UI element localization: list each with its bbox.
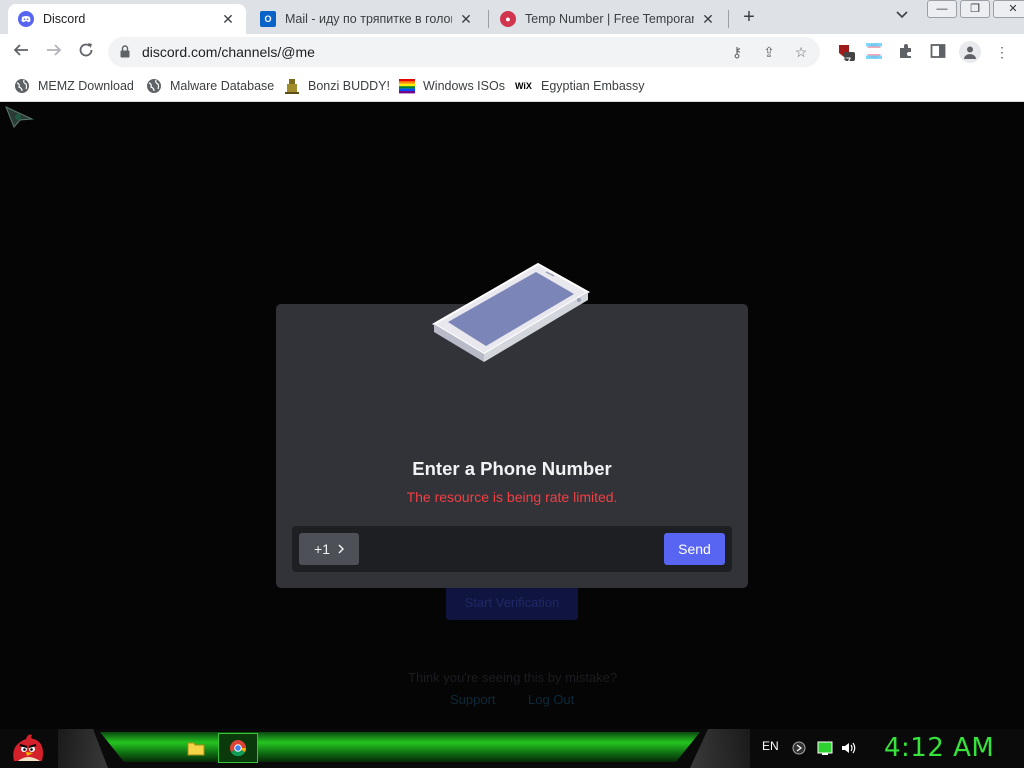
extension-shield-icon[interactable]: 57 — [836, 43, 856, 66]
close-icon[interactable]: ✕ — [700, 11, 716, 28]
bookmark-star-icon[interactable]: ☆ — [792, 43, 810, 61]
country-code-button[interactable]: +1 — [299, 533, 359, 565]
bookmark-label: Bonzi BUDDY! — [308, 79, 390, 93]
discord-icon — [18, 11, 34, 27]
tab-title: Temp Number | Free Temporary Ph — [525, 12, 694, 26]
close-icon[interactable]: ✕ — [458, 11, 474, 28]
outlook-icon: O — [260, 11, 276, 27]
rate-limit-error: The resource is being rate limited. — [406, 489, 618, 505]
battery-green-icon[interactable] — [817, 741, 833, 758]
start-verification-button[interactable]: Start Verification — [446, 586, 578, 620]
bookmark-label: Windows ISOs — [423, 79, 505, 93]
bookmark-bonzi[interactable]: Bonzi BUDDY! — [284, 77, 390, 95]
reload-button[interactable] — [75, 41, 97, 63]
network-icon[interactable] — [792, 741, 806, 758]
country-code-label: +1 — [314, 541, 330, 557]
mistake-prompt: Think you're seeing this by mistake? — [408, 670, 618, 685]
send-button[interactable]: Send — [664, 533, 725, 565]
phone-illustration-icon — [432, 262, 590, 362]
new-tab-button[interactable]: + — [738, 6, 760, 28]
extension-trans-icon[interactable] — [865, 43, 883, 61]
key-icon[interactable]: ⚷ — [728, 43, 746, 61]
extension-badge: 57 — [841, 56, 852, 66]
tab-title: Mail - иду по тряпитке в голове — [285, 12, 452, 26]
taskbar-decoration — [58, 729, 108, 768]
bookmark-egyptian-embassy[interactable]: WiX Egyptian Embassy — [515, 77, 645, 95]
tab-separator — [488, 10, 489, 28]
chevron-right-icon — [338, 544, 344, 554]
phone-number-input[interactable] — [368, 533, 658, 565]
share-icon[interactable]: ⇪ — [760, 43, 778, 61]
volume-icon[interactable] — [841, 741, 857, 758]
bookmarks-bar: MEMZ Download Malware Database Bonzi BUD… — [0, 70, 1024, 102]
bonzi-icon — [285, 79, 299, 94]
chrome-icon — [230, 740, 247, 757]
minimize-button[interactable]: — — [927, 0, 957, 18]
address-bar[interactable]: discord.com/channels/@me ⚷ ⇪ ☆ — [108, 37, 820, 67]
side-panel-icon[interactable] — [929, 43, 947, 61]
tab-strip: Discord ✕ O Mail - иду по тряпитке в гол… — [0, 0, 1024, 34]
tab-mail[interactable]: O Mail - иду по тряпитке в голове ✕ — [250, 4, 484, 34]
phone-number-modal: Enter a Phone Number The resource is bei… — [276, 262, 748, 588]
browser-toolbar: discord.com/channels/@me ⚷ ⇪ ☆ 57 ⋮ — [0, 34, 1024, 70]
bookmark-label: Malware Database — [170, 79, 275, 93]
rainbow-flag-icon — [399, 79, 415, 94]
extensions-puzzle-icon[interactable] — [897, 43, 915, 61]
profile-avatar-icon[interactable] — [959, 41, 981, 63]
close-window-button[interactable]: ✕ — [993, 0, 1024, 18]
file-explorer-taskbar-button[interactable] — [176, 733, 216, 763]
tab-separator — [728, 10, 729, 28]
tab-temp-number[interactable]: ● Temp Number | Free Temporary Ph ✕ — [490, 4, 726, 34]
close-icon[interactable]: ✕ — [220, 11, 236, 28]
tab-discord[interactable]: Discord ✕ — [8, 4, 246, 34]
support-link[interactable]: Support — [450, 692, 496, 707]
logout-link[interactable]: Log Out — [528, 692, 574, 707]
url-text: discord.com/channels/@me — [142, 44, 315, 60]
menu-dots-icon[interactable]: ⋮ — [993, 43, 1011, 61]
window-controls: — ❐ ✕ — [924, 0, 1024, 20]
lock-icon[interactable] — [120, 45, 130, 58]
taskbar-decoration — [690, 729, 750, 768]
temp-number-icon: ● — [500, 11, 516, 27]
globe-icon — [147, 79, 161, 93]
taskbar-clock[interactable]: 4:12 AM — [884, 733, 994, 763]
chrome-taskbar-button[interactable] — [218, 733, 258, 763]
forward-button[interactable] — [43, 41, 65, 63]
bookmark-windows-isos[interactable]: Windows ISOs — [399, 77, 505, 95]
discord-page: Start Verification Think you're seeing t… — [0, 103, 1024, 729]
wix-icon: WiX — [515, 81, 532, 91]
folder-icon — [187, 742, 205, 756]
angry-bird-start-icon[interactable] — [8, 731, 48, 767]
modal-title: Enter a Phone Number — [412, 458, 612, 479]
bookmark-label: Egyptian Embassy — [541, 79, 645, 93]
globe-icon — [15, 79, 29, 93]
back-button[interactable] — [10, 41, 32, 63]
phone-input-row: +1 Send — [292, 526, 732, 572]
tab-search-icon[interactable] — [896, 8, 908, 22]
bookmark-label: MEMZ Download — [38, 79, 134, 93]
tab-title: Discord — [43, 12, 86, 26]
cursor-eye-icon — [5, 106, 34, 128]
language-indicator[interactable]: EN — [762, 739, 779, 753]
taskbar: EN 4:12 AM — [0, 729, 1024, 768]
bookmark-malware-db[interactable]: Malware Database — [146, 77, 274, 95]
restore-button[interactable]: ❐ — [960, 0, 990, 18]
bookmark-memz[interactable]: MEMZ Download — [14, 77, 134, 95]
